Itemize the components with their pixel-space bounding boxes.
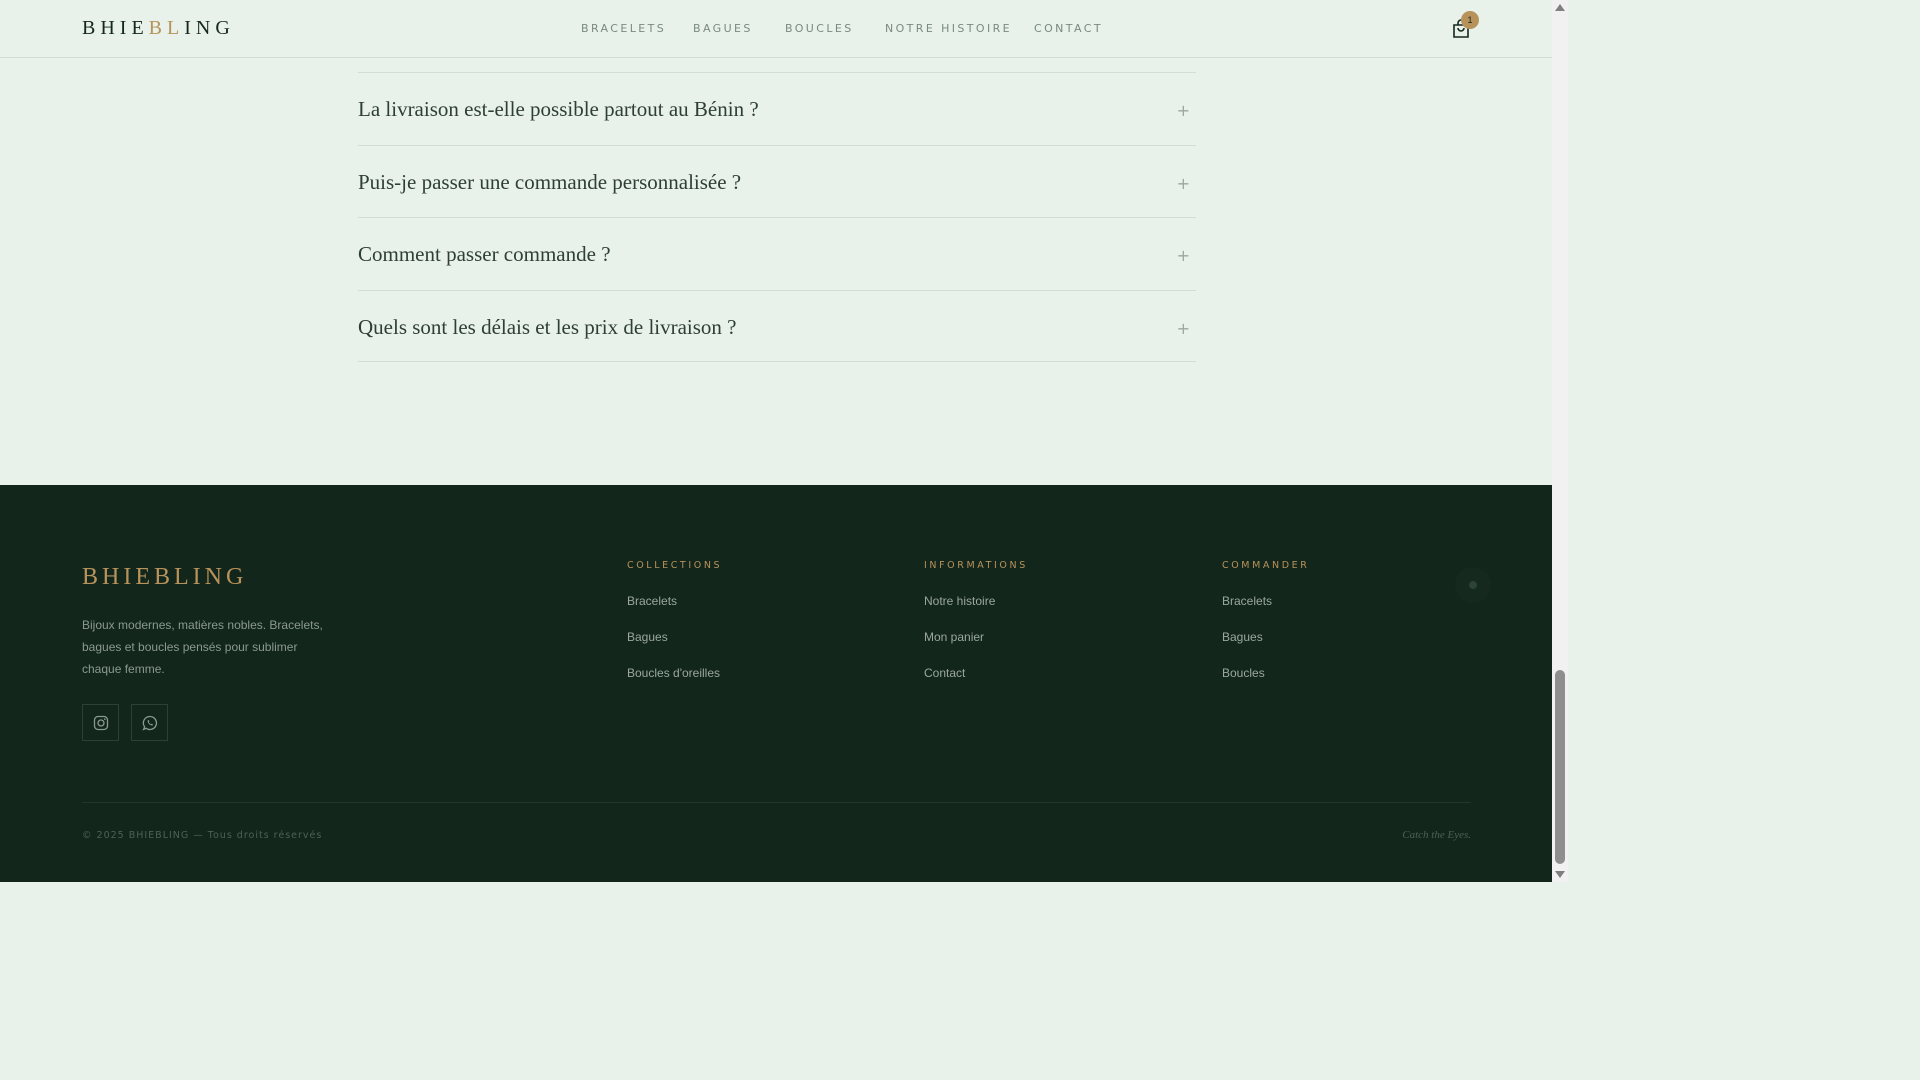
- nav-contact[interactable]: CONTACT: [1034, 22, 1103, 35]
- footer-link[interactable]: Boucles: [1222, 666, 1309, 702]
- plus-icon[interactable]: +: [1177, 246, 1190, 265]
- footer-link[interactable]: Bagues: [627, 630, 722, 666]
- footer-col-commander: COMMANDER Bracelets Bagues Boucles: [1222, 560, 1309, 702]
- faq-question: La livraison est-elle possible partout a…: [358, 97, 759, 121]
- faq-item[interactable]: La livraison est-elle possible partout a…: [358, 72, 1196, 145]
- whatsapp-button[interactable]: [131, 704, 168, 741]
- footer-col-collections: COLLECTIONS Bracelets Bagues Boucles d'o…: [627, 560, 722, 702]
- site-footer: BHIEBLING Bijoux modernes, matières nobl…: [0, 485, 1552, 882]
- copyright: © 2025 BHIEBLING — Tous droits réservés: [82, 830, 323, 841]
- footer-link[interactable]: Bagues: [1222, 630, 1309, 666]
- footer-link[interactable]: Mon panier: [924, 630, 1028, 666]
- faq-item[interactable]: Quels sont les délais et les prix de liv…: [358, 289, 1196, 362]
- footer-link[interactable]: Contact: [924, 666, 1028, 702]
- scrollbar[interactable]: [1552, 0, 1568, 882]
- footer-divider: [82, 802, 1471, 803]
- tagline: Catch the Eyes.: [1402, 829, 1471, 841]
- faq-list: La livraison est-elle possible partout a…: [358, 72, 1196, 362]
- faq-question: Quels sont les délais et les prix de liv…: [358, 314, 737, 339]
- footer-col-title: COMMANDER: [1222, 560, 1310, 571]
- scroll-down-arrow-icon[interactable]: [1555, 871, 1565, 878]
- plus-icon[interactable]: +: [1177, 174, 1190, 193]
- footer-link[interactable]: Bracelets: [1222, 594, 1309, 630]
- nav-bagues[interactable]: BAGUES: [693, 22, 753, 35]
- faq-item[interactable]: Comment passer commande ? +: [358, 217, 1196, 290]
- nav-boucles[interactable]: BOUCLES: [785, 22, 854, 35]
- scrollbar-thumb[interactable]: [1555, 670, 1565, 864]
- instagram-icon: [93, 715, 108, 730]
- plus-icon[interactable]: +: [1177, 101, 1190, 120]
- nav-bracelets[interactable]: BRACELETS: [581, 22, 666, 35]
- footer-col-title: COLLECTIONS: [627, 560, 723, 571]
- faq-question: Comment passer commande ?: [358, 242, 611, 266]
- footer-logo[interactable]: BHIEBLING: [82, 564, 247, 591]
- cart-count-badge: 1: [1461, 11, 1479, 29]
- main-nav: BRACELETS BAGUES BOUCLES NOTRE HISTOIRE …: [0, 22, 1552, 38]
- whatsapp-icon: [141, 715, 157, 731]
- instagram-button[interactable]: [82, 704, 119, 741]
- footer-link[interactable]: Notre histoire: [924, 594, 1028, 630]
- scroll-up-arrow-icon[interactable]: [1555, 4, 1565, 11]
- scroll-to-top-button[interactable]: [1455, 567, 1491, 603]
- footer-link[interactable]: Boucles d'oreilles: [627, 666, 722, 702]
- faq-question: Puis-je passer une commande personnalisé…: [358, 169, 742, 194]
- footer-description: Bijoux modernes, matières nobles. Bracel…: [82, 618, 323, 676]
- footer-col-title: INFORMATIONS: [924, 560, 1028, 571]
- faq-item[interactable]: Puis-je passer une commande personnalisé…: [358, 144, 1196, 218]
- nav-notre-histoire[interactable]: NOTRE HISTOIRE: [885, 22, 1012, 35]
- site-header: BHIEBLING BRACELETS BAGUES BOUCLES NOTRE…: [0, 0, 1552, 58]
- footer-link[interactable]: Bracelets: [627, 594, 722, 630]
- plus-icon[interactable]: +: [1177, 319, 1190, 338]
- footer-col-informations: INFORMATIONS Notre histoire Mon panier C…: [924, 560, 1028, 702]
